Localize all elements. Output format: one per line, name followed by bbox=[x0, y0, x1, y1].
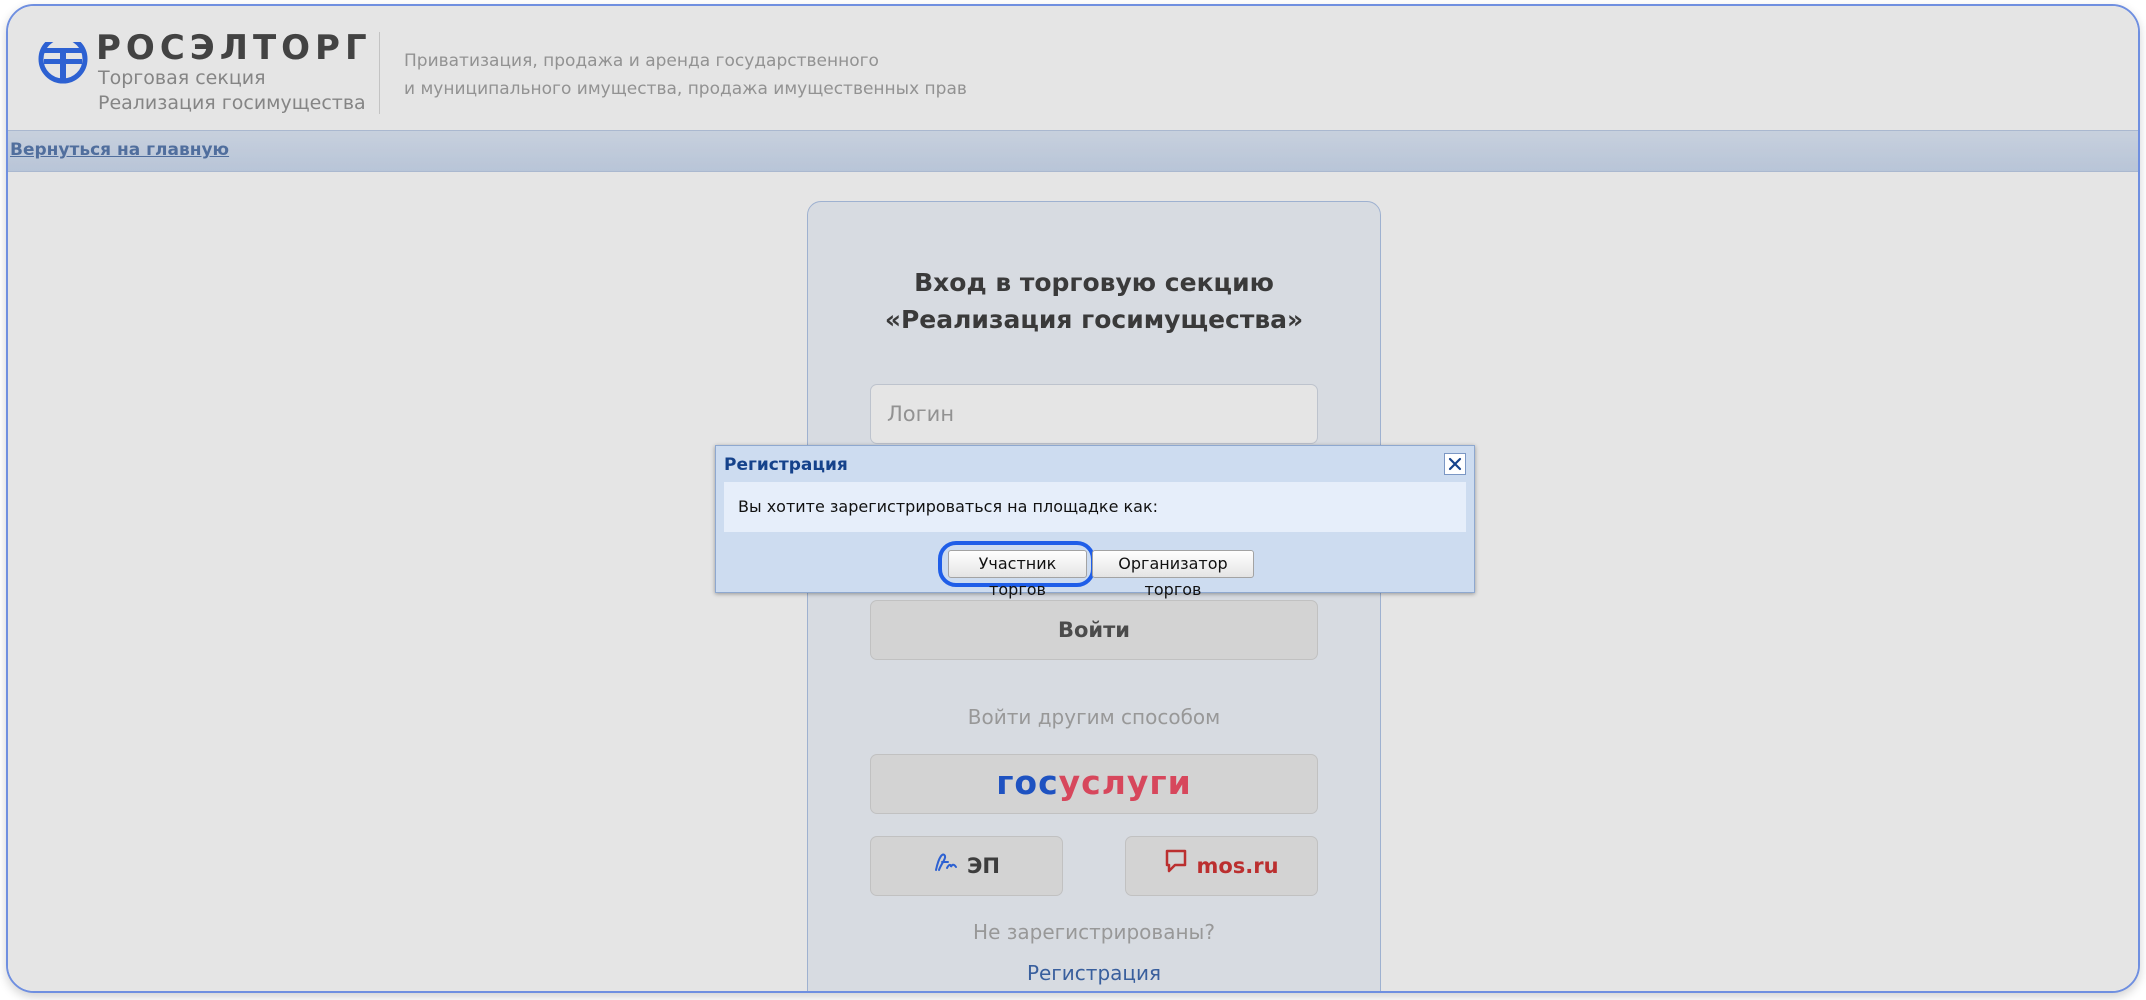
dialog-close-button[interactable] bbox=[1444, 453, 1466, 475]
browser-frame: РОСЭЛТОРГ Торговая секция Реализация гос… bbox=[6, 4, 2140, 993]
dialog-question: Вы хотите зарегистрироваться на площадке… bbox=[738, 497, 1159, 516]
dialog-body: Вы хотите зарегистрироваться на площадке… bbox=[724, 482, 1466, 532]
dialog-title: Регистрация bbox=[724, 455, 848, 475]
participant-button[interactable]: Участник торгов bbox=[948, 550, 1087, 599]
organizer-button[interactable]: Организатор торгов bbox=[1092, 550, 1254, 599]
registration-dialog: Регистрация Вы хотите зарегистрироваться… bbox=[715, 445, 1475, 599]
close-icon bbox=[1448, 457, 1462, 471]
